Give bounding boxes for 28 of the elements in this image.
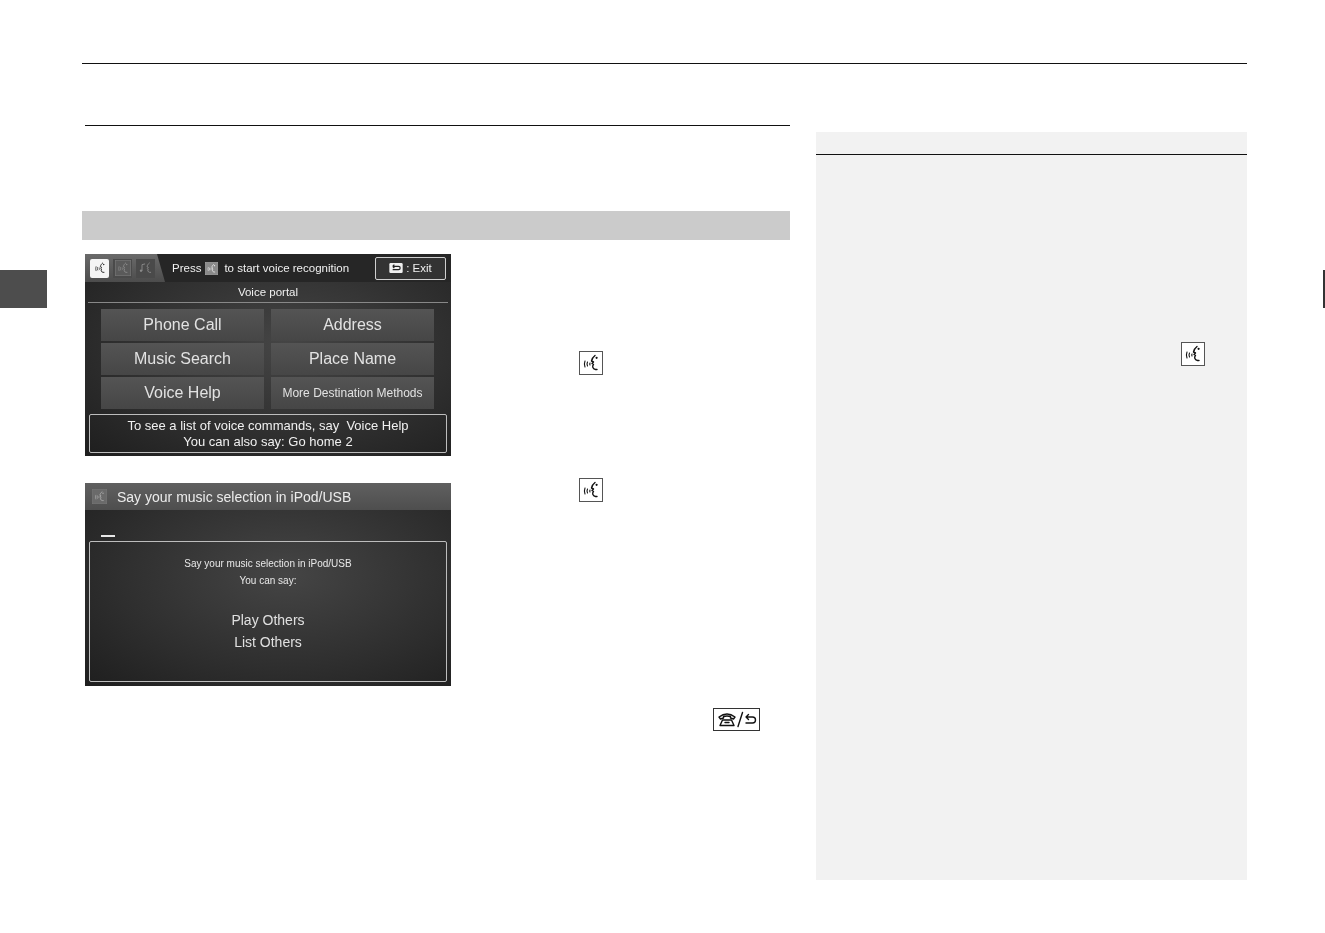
command-button[interactable]: More Destination Methods — [271, 377, 434, 409]
speaking-face-icon — [205, 261, 219, 275]
help-text: You can also say: Go home 2 — [183, 433, 353, 450]
hint-text: Press — [172, 262, 202, 274]
command-button[interactable]: Music Search — [101, 343, 264, 375]
cursor-icon — [101, 535, 115, 537]
return-icon — [389, 263, 404, 273]
help-text: To see a list of voice commands, say Voice Help — [127, 417, 409, 434]
hint-text: to start voice recognition — [224, 262, 350, 274]
example-command: Play Others — [231, 611, 305, 630]
speaking-face-icon — [114, 260, 131, 276]
music-note-face-icon — [137, 260, 154, 276]
example-command: List Others — [234, 633, 302, 652]
speaking-face-icon — [579, 478, 603, 502]
screen-title: Voice portal — [88, 282, 448, 303]
speaking-face-icon — [1181, 342, 1205, 366]
title-text: Say your music selection in iPod/USB — [117, 488, 352, 505]
command-button[interactable]: Address — [271, 309, 434, 341]
prompt-text: Say your music selection in iPod/USB — [184, 557, 352, 571]
voice-tab[interactable] — [90, 258, 109, 278]
exit-button[interactable]: : Exit — [375, 256, 446, 280]
command-button[interactable]: Phone Call — [101, 309, 264, 341]
speaking-face-icon — [579, 351, 603, 375]
command-button[interactable]: Voice Help — [101, 377, 264, 409]
command-button[interactable]: Place Name — [271, 343, 434, 375]
prompt-text: You can say: — [239, 574, 297, 588]
speaking-face-icon — [92, 489, 107, 504]
phone-return-icon — [713, 708, 760, 731]
